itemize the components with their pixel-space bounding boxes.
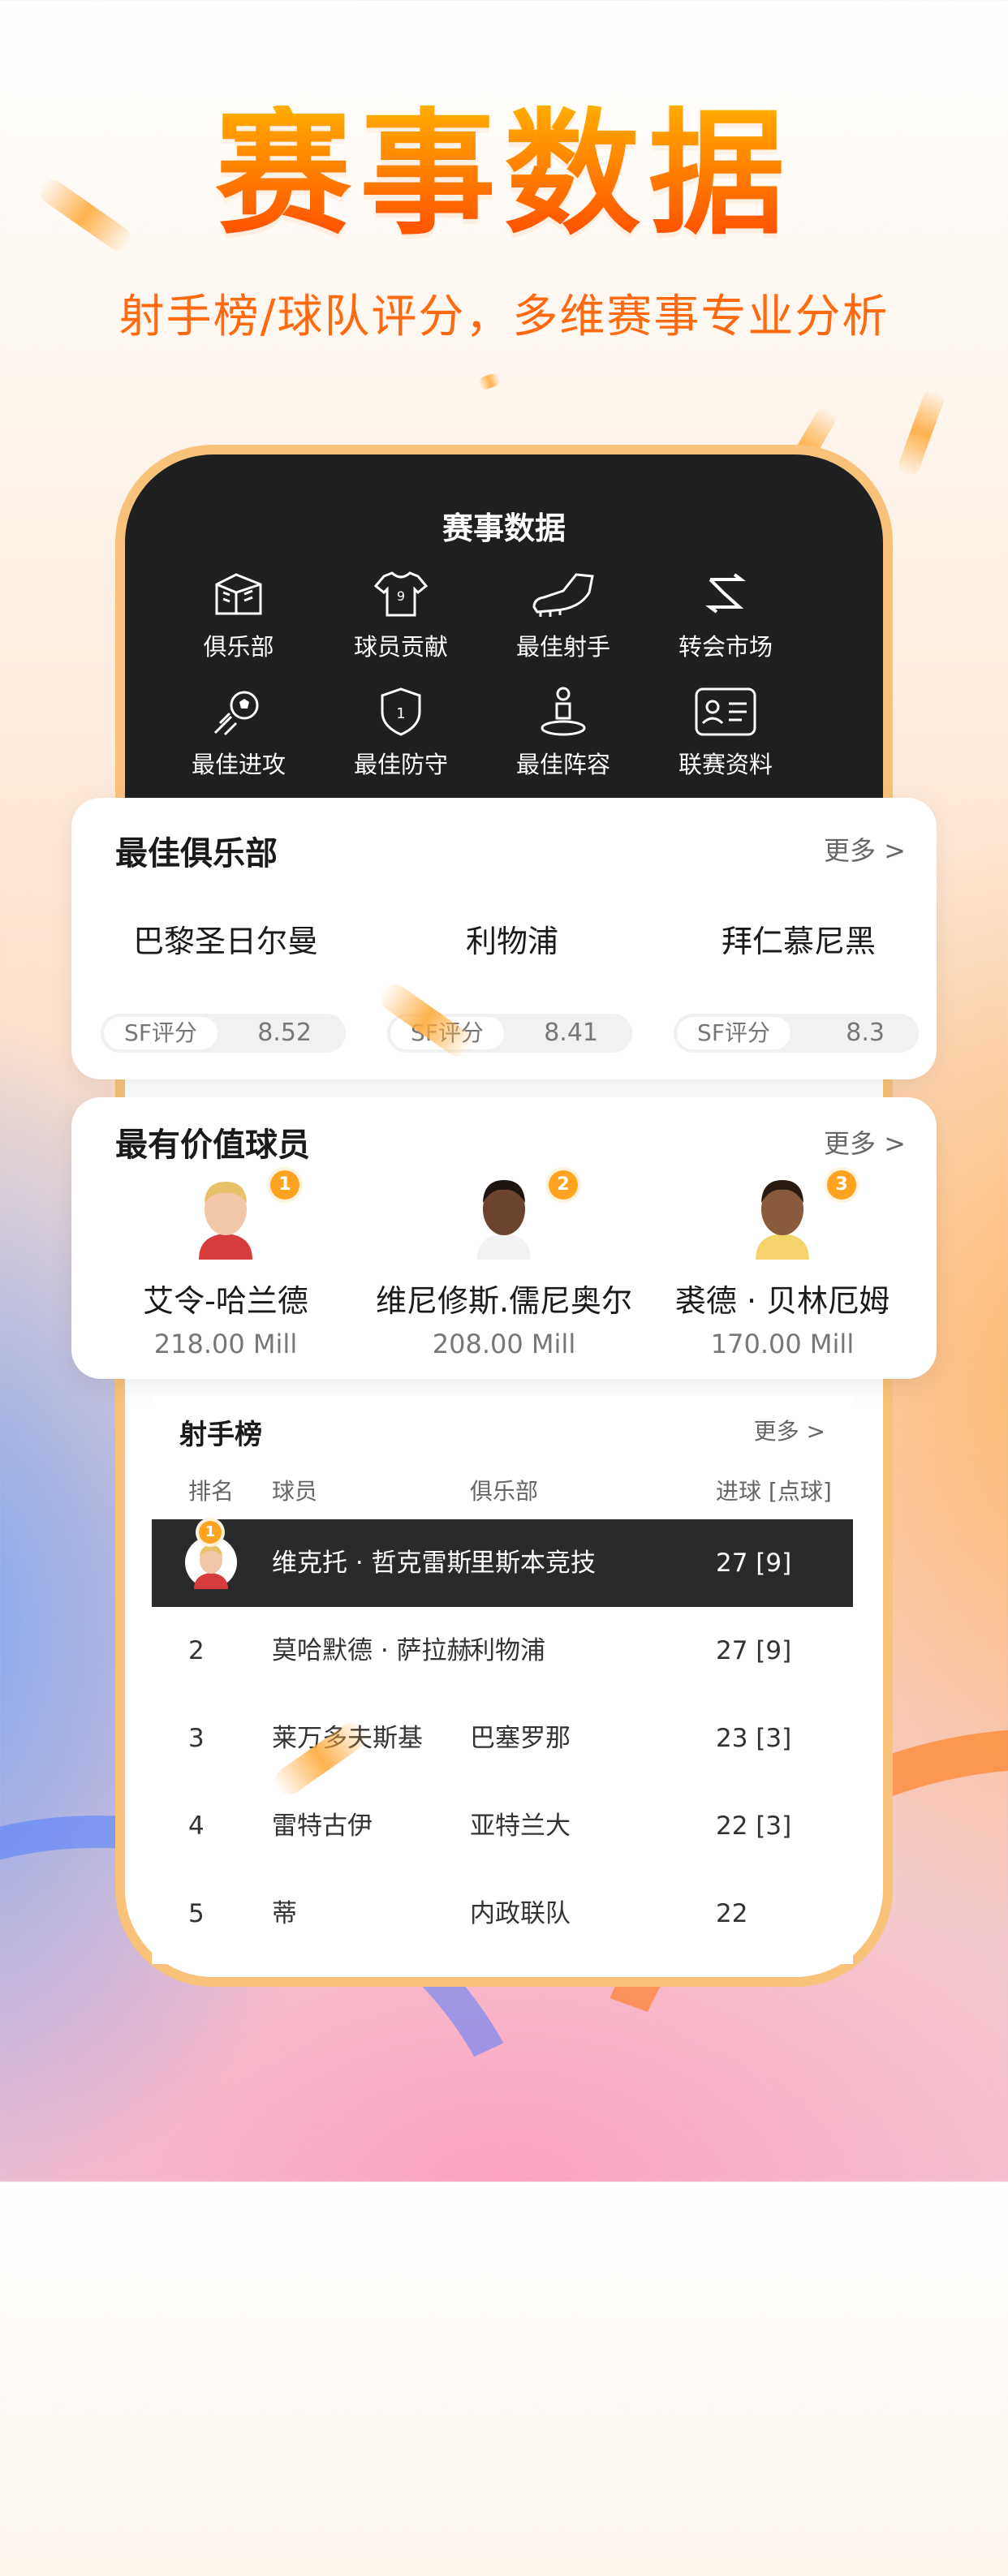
table-row[interactable]: 5 蒂 内政联队 22 [152,1870,853,1958]
transfer-arrows-icon [705,573,746,614]
scorer-rank: 3 [188,1724,205,1753]
shield-icon: 1 [381,687,421,736]
club-name[interactable]: 拜仁慕尼黑 [677,916,920,961]
player-value: 218.00 Mill [153,1329,298,1359]
table-row[interactable]: 1 维克托 · 哲克雷斯 里斯本竞技 27 [9] [152,1519,853,1607]
player-card[interactable]: 1 艾令-哈兰德 218.00 Mill [88,1170,364,1359]
menu-item-top-scorer[interactable]: 最佳射手 [482,568,644,662]
scorer-goals: 27 [9] [716,1549,792,1578]
scorers-title: 射手榜 [179,1419,262,1451]
scorer-club: 内政联队 [470,1899,571,1928]
id-card-icon [695,687,756,736]
rating-value: 8.52 [257,1019,312,1047]
menu-item-label: 转会市场 [678,633,773,661]
rating-value: 8.41 [544,1019,598,1047]
player-name: 裘德 · 贝林厄姆 [674,1283,890,1319]
scorer-name: 维克托 · 哲克雷斯 [272,1549,472,1578]
scorer-name: 莫哈默德 · 萨拉赫 [272,1636,472,1665]
table-row[interactable]: 4 雷特古伊 亚特兰大 22 [3] [152,1782,853,1870]
column-header-rank: 排名 [188,1478,235,1505]
rank-badge: 3 [827,1170,856,1200]
table-row[interactable]: 3 莱万多夫斯基 巴塞罗那 23 [3] [152,1695,853,1782]
rating-label: SF评分 [104,1017,218,1049]
club-name[interactable]: 巴黎圣日尔曼 [104,916,347,961]
menu-item-best-lineup[interactable]: 最佳阵容 [482,686,644,780]
scorer-name: 雷特古伊 [272,1811,373,1841]
scorer-club: 巴塞罗那 [470,1724,571,1753]
scorer-club: 里斯本竞技 [470,1549,596,1578]
football-boot-icon [532,573,594,617]
scorer-goals: 27 [9] [716,1636,792,1665]
avatar: 3 [738,1170,856,1260]
scorer-rank: 5 [188,1899,205,1928]
panel-title: 赛事数据 [442,510,566,546]
menu-item-label: 最佳阵容 [515,751,610,778]
confetti-decoration [477,372,502,391]
valuable-players-more-link[interactable]: 更多 > [824,1123,906,1161]
player-card[interactable]: 2 维尼修斯.儒尼奥尔 208.00 Mill [366,1170,642,1359]
stadium-icon [215,573,262,615]
ball-kick-icon [213,691,259,736]
player-position-icon [541,687,586,736]
scorer-club: 亚特兰大 [470,1811,571,1841]
player-value: 208.00 Mill [432,1329,576,1359]
menu-item-club[interactable]: 俱乐部 [157,568,320,662]
avatar: 2 [459,1170,578,1260]
valuable-players-card: 最有价值球员 更多 > 1 艾令-哈兰德 218.00 Mill 2 维尼修斯.… [71,1097,937,1379]
valuable-players-title: 最有价值球员 [115,1126,310,1164]
stats-menu-panel: 赛事数据 俱乐部 9 球员贡献 最佳射手 转会市场 最佳进攻 1 最佳防守 最佳… [125,454,883,828]
menu-item-label: 球员贡献 [353,633,448,661]
club-name[interactable]: 利物浦 [390,916,634,961]
menu-item-label: 最佳防守 [353,751,448,778]
svg-text:9: 9 [397,588,405,604]
jersey-icon: 9 [374,571,428,617]
menu-item-label: 最佳进攻 [191,751,286,778]
scorer-goals: 22 [716,1899,748,1928]
top-scorers-table: 射手榜 更多 > 排名 球员 俱乐部 进球 [点球] 1 维克托 · 哲克雷斯 … [152,1396,853,1964]
subheadline: 射手榜/球队评分，多维赛事专业分析 [118,291,890,343]
rank-badge: 2 [549,1170,578,1200]
player-photo [756,1180,809,1260]
player-name: 维尼修斯.儒尼奥尔 [375,1283,633,1319]
player-value: 170.00 Mill [710,1329,855,1359]
menu-item-league-info[interactable]: 联赛资料 [644,686,807,780]
best-clubs-more-link[interactable]: 更多 > [824,830,906,868]
player-name: 艾令-哈兰德 [143,1283,308,1319]
svg-text:1: 1 [396,705,405,722]
scorer-rank: 2 [188,1636,205,1665]
menu-item-best-defense[interactable]: 1 最佳防守 [320,686,482,780]
player-card[interactable]: 3 裘德 · 贝林厄姆 170.00 Mill [644,1170,920,1359]
scorer-rank: 4 [188,1811,205,1841]
scorer-name: 蒂 [272,1899,297,1928]
headline: 赛事数据 [0,106,1008,242]
scorer-goals: 22 [3] [716,1811,792,1841]
scorer-goals: 23 [3] [716,1724,792,1753]
player-photo [199,1182,252,1260]
column-header-club: 俱乐部 [470,1478,539,1505]
rank-badge: 1 [270,1170,299,1200]
menu-item-best-attack[interactable]: 最佳进攻 [157,686,320,780]
column-header-goals: 进球 [点球] [716,1478,832,1505]
menu-item-label: 俱乐部 [203,633,274,661]
confetti-decoration [895,386,947,479]
menu-item-player-contribution[interactable]: 9 球员贡献 [320,568,482,662]
rating-value: 8.3 [846,1019,885,1047]
menu-item-label: 最佳射手 [515,633,610,661]
table-row[interactable]: 2 莫哈默德 · 萨拉赫 利物浦 27 [9] [152,1607,853,1695]
club-rating: SF评分 8.52 [101,1014,346,1053]
menu-item-transfer-market[interactable]: 转会市场 [644,568,807,662]
column-header-player: 球员 [272,1478,318,1505]
best-clubs-title: 最佳俱乐部 [115,835,278,872]
avatar: 1 [184,1521,238,1596]
avatar: 1 [181,1170,299,1260]
rank-badge: 1 [199,1521,222,1544]
best-clubs-card: 最佳俱乐部 更多 > 巴黎圣日尔曼 利物浦 拜仁慕尼黑 SF评分 8.52 SF评… [71,798,937,1079]
rating-label: SF评分 [677,1017,790,1049]
menu-item-label: 联赛资料 [678,751,773,778]
club-rating: SF评分 8.3 [674,1014,919,1053]
player-photo [477,1180,531,1260]
scorer-club: 利物浦 [470,1636,545,1665]
scorers-more-link[interactable]: 更多 > [754,1414,825,1446]
